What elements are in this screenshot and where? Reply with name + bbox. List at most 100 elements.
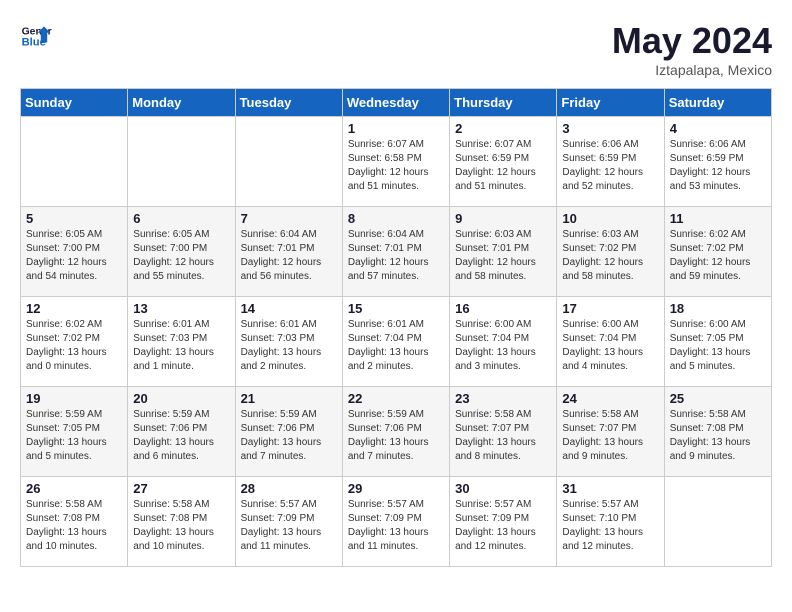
day-info: Sunrise: 6:00 AM Sunset: 7:04 PM Dayligh…: [562, 318, 658, 374]
day-info: Sunrise: 6:06 AM Sunset: 6:59 PM Dayligh…: [670, 138, 766, 194]
day-number: 29: [348, 481, 444, 496]
calendar-cell: 25Sunrise: 5:58 AM Sunset: 7:08 PM Dayli…: [664, 387, 771, 477]
calendar-cell: 8 Sunrise: 6:04 AM Sunset: 7:01 PM Daylig…: [342, 207, 449, 297]
header-wednesday: Wednesday: [342, 89, 449, 117]
logo-icon: General Blue: [20, 20, 52, 52]
calendar-cell: 26 Sunrise: 5:58 AM Sunset: 7:08 PM Dayli…: [21, 477, 128, 567]
calendar-week-1: 1Sunrise: 6:07 AM Sunset: 6:58 PM Daylig…: [21, 117, 772, 207]
day-number: 24: [562, 391, 658, 406]
day-info: Sunrise: 5:57 AM Sunset: 7:10 PM Dayligh…: [562, 498, 658, 554]
day-number: 27: [133, 481, 229, 496]
day-number: 25: [670, 391, 766, 406]
day-number: 20: [133, 391, 229, 406]
logo: General Blue: [20, 20, 52, 52]
calendar-cell: 9 Sunrise: 6:03 AM Sunset: 7:01 PM Daylig…: [450, 207, 557, 297]
calendar-cell: [235, 117, 342, 207]
title-area: May 2024 Iztapalapa, Mexico: [612, 20, 772, 78]
calendar-cell: [664, 477, 771, 567]
header-sunday: Sunday: [21, 89, 128, 117]
calendar-cell: 13Sunrise: 6:01 AM Sunset: 7:03 PM Dayli…: [128, 297, 235, 387]
month-title: May 2024: [612, 20, 772, 62]
day-info: Sunrise: 6:02 AM Sunset: 7:02 PM Dayligh…: [26, 318, 122, 374]
day-info: Sunrise: 6:00 AM Sunset: 7:04 PM Dayligh…: [455, 318, 551, 374]
header-monday: Monday: [128, 89, 235, 117]
day-number: 14: [241, 301, 337, 316]
day-info: Sunrise: 6:05 AM Sunset: 7:00 PM Dayligh…: [133, 228, 229, 284]
day-info: Sunrise: 6:01 AM Sunset: 7:03 PM Dayligh…: [241, 318, 337, 374]
day-number: 23: [455, 391, 551, 406]
calendar-body: 1Sunrise: 6:07 AM Sunset: 6:58 PM Daylig…: [21, 117, 772, 567]
day-info: Sunrise: 5:57 AM Sunset: 7:09 PM Dayligh…: [348, 498, 444, 554]
day-number: 10: [562, 211, 658, 226]
day-number: 3: [562, 121, 658, 136]
day-number: 26: [26, 481, 122, 496]
calendar-cell: 22Sunrise: 5:59 AM Sunset: 7:06 PM Dayli…: [342, 387, 449, 477]
calendar-cell: 28 Sunrise: 5:57 AM Sunset: 7:09 PM Dayli…: [235, 477, 342, 567]
calendar-cell: 24 Sunrise: 5:58 AM Sunset: 7:07 PM Dayli…: [557, 387, 664, 477]
calendar-week-3: 12 Sunrise: 6:02 AM Sunset: 7:02 PM Dayli…: [21, 297, 772, 387]
calendar-cell: 18 Sunrise: 6:00 AM Sunset: 7:05 PM Dayli…: [664, 297, 771, 387]
day-info: Sunrise: 6:07 AM Sunset: 6:59 PM Dayligh…: [455, 138, 551, 194]
calendar-cell: 7 Sunrise: 6:04 AM Sunset: 7:01 PM Daylig…: [235, 207, 342, 297]
header-saturday: Saturday: [664, 89, 771, 117]
calendar-cell: 15 Sunrise: 6:01 AM Sunset: 7:04 PM Dayli…: [342, 297, 449, 387]
calendar-cell: [21, 117, 128, 207]
day-info: Sunrise: 5:57 AM Sunset: 7:09 PM Dayligh…: [241, 498, 337, 554]
calendar-cell: 12 Sunrise: 6:02 AM Sunset: 7:02 PM Dayli…: [21, 297, 128, 387]
calendar-cell: 3Sunrise: 6:06 AM Sunset: 6:59 PM Daylig…: [557, 117, 664, 207]
calendar-cell: 4 Sunrise: 6:06 AM Sunset: 6:59 PM Daylig…: [664, 117, 771, 207]
day-info: Sunrise: 5:58 AM Sunset: 7:07 PM Dayligh…: [562, 408, 658, 464]
calendar-cell: 31Sunrise: 5:57 AM Sunset: 7:10 PM Dayli…: [557, 477, 664, 567]
day-info: Sunrise: 6:01 AM Sunset: 7:04 PM Dayligh…: [348, 318, 444, 374]
page-header: General Blue May 2024 Iztapalapa, Mexico: [20, 20, 772, 78]
location: Iztapalapa, Mexico: [612, 62, 772, 78]
calendar-cell: 1Sunrise: 6:07 AM Sunset: 6:58 PM Daylig…: [342, 117, 449, 207]
day-number: 19: [26, 391, 122, 406]
calendar-cell: 2 Sunrise: 6:07 AM Sunset: 6:59 PM Daylig…: [450, 117, 557, 207]
day-number: 8: [348, 211, 444, 226]
calendar-cell: 23Sunrise: 5:58 AM Sunset: 7:07 PM Dayli…: [450, 387, 557, 477]
calendar-cell: 21 Sunrise: 5:59 AM Sunset: 7:06 PM Dayli…: [235, 387, 342, 477]
header-friday: Friday: [557, 89, 664, 117]
day-number: 12: [26, 301, 122, 316]
day-number: 28: [241, 481, 337, 496]
day-number: 9: [455, 211, 551, 226]
day-info: Sunrise: 6:04 AM Sunset: 7:01 PM Dayligh…: [348, 228, 444, 284]
calendar-cell: 20Sunrise: 5:59 AM Sunset: 7:06 PM Dayli…: [128, 387, 235, 477]
day-number: 15: [348, 301, 444, 316]
day-number: 5: [26, 211, 122, 226]
calendar-cell: 27Sunrise: 5:58 AM Sunset: 7:08 PM Dayli…: [128, 477, 235, 567]
calendar-cell: 16 Sunrise: 6:00 AM Sunset: 7:04 PM Dayli…: [450, 297, 557, 387]
calendar-cell: [128, 117, 235, 207]
day-info: Sunrise: 5:59 AM Sunset: 7:05 PM Dayligh…: [26, 408, 122, 464]
day-number: 7: [241, 211, 337, 226]
calendar-cell: 14 Sunrise: 6:01 AM Sunset: 7:03 PM Dayli…: [235, 297, 342, 387]
calendar-week-2: 5 Sunrise: 6:05 AM Sunset: 7:00 PM Daylig…: [21, 207, 772, 297]
day-number: 18: [670, 301, 766, 316]
day-number: 6: [133, 211, 229, 226]
day-info: Sunrise: 6:05 AM Sunset: 7:00 PM Dayligh…: [26, 228, 122, 284]
calendar-cell: 19 Sunrise: 5:59 AM Sunset: 7:05 PM Dayli…: [21, 387, 128, 477]
day-number: 21: [241, 391, 337, 406]
header-row: Sunday Monday Tuesday Wednesday Thursday…: [21, 89, 772, 117]
day-number: 30: [455, 481, 551, 496]
day-number: 2: [455, 121, 551, 136]
day-info: Sunrise: 5:57 AM Sunset: 7:09 PM Dayligh…: [455, 498, 551, 554]
day-number: 1: [348, 121, 444, 136]
day-info: Sunrise: 6:00 AM Sunset: 7:05 PM Dayligh…: [670, 318, 766, 374]
day-number: 16: [455, 301, 551, 316]
day-number: 17: [562, 301, 658, 316]
calendar-week-4: 19 Sunrise: 5:59 AM Sunset: 7:05 PM Dayli…: [21, 387, 772, 477]
day-number: 4: [670, 121, 766, 136]
calendar-cell: 30 Sunrise: 5:57 AM Sunset: 7:09 PM Dayli…: [450, 477, 557, 567]
day-info: Sunrise: 6:01 AM Sunset: 7:03 PM Dayligh…: [133, 318, 229, 374]
day-info: Sunrise: 5:59 AM Sunset: 7:06 PM Dayligh…: [241, 408, 337, 464]
calendar-cell: 5 Sunrise: 6:05 AM Sunset: 7:00 PM Daylig…: [21, 207, 128, 297]
calendar-cell: 17 Sunrise: 6:00 AM Sunset: 7:04 PM Dayli…: [557, 297, 664, 387]
calendar-week-5: 26 Sunrise: 5:58 AM Sunset: 7:08 PM Dayli…: [21, 477, 772, 567]
day-info: Sunrise: 6:03 AM Sunset: 7:01 PM Dayligh…: [455, 228, 551, 284]
day-info: Sunrise: 5:58 AM Sunset: 7:08 PM Dayligh…: [26, 498, 122, 554]
day-info: Sunrise: 6:04 AM Sunset: 7:01 PM Dayligh…: [241, 228, 337, 284]
calendar-cell: 11Sunrise: 6:02 AM Sunset: 7:02 PM Dayli…: [664, 207, 771, 297]
calendar-table: Sunday Monday Tuesday Wednesday Thursday…: [20, 88, 772, 567]
